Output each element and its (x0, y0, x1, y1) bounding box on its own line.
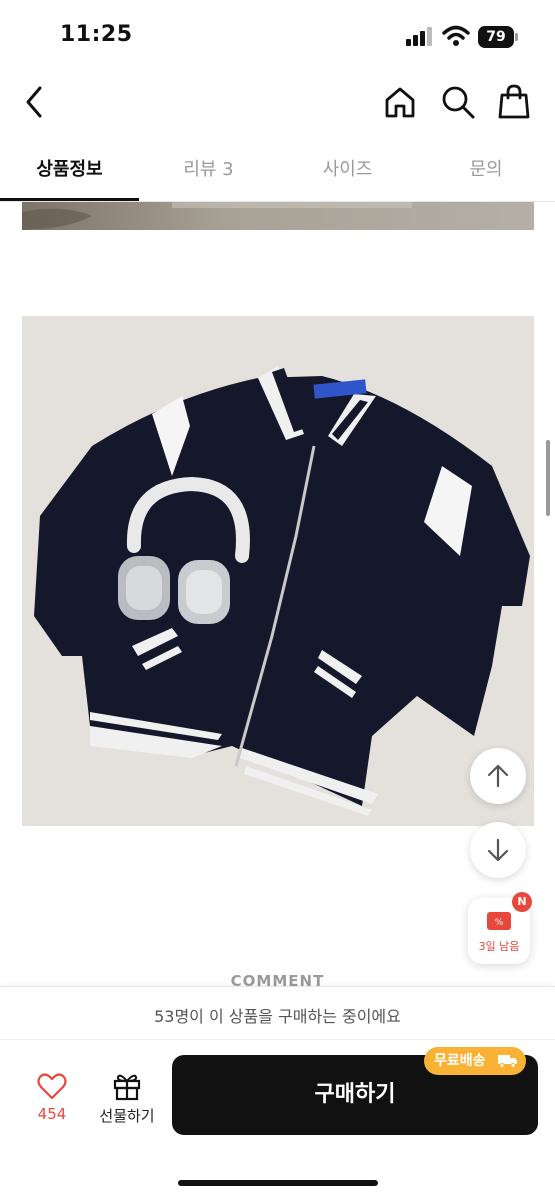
wifi-icon (442, 25, 470, 46)
purchase-bar: 53명이 이 상품을 구매하는 중이에요 454 선물하기 구매하기 무료배송 (0, 986, 555, 1200)
tab-active-indicator (0, 198, 139, 201)
svg-text:%: % (495, 918, 504, 928)
tab-reviews[interactable]: 리뷰 3 (139, 142, 278, 202)
gift-label: 선물하기 (99, 1107, 155, 1125)
signal-icon (406, 27, 432, 46)
free-shipping-badge: 무료배송 (424, 1047, 526, 1075)
tab-size[interactable]: 사이즈 (278, 142, 417, 202)
home-indicator (178, 1180, 378, 1186)
scrollbar[interactable] (546, 440, 550, 516)
product-photo (22, 316, 534, 826)
gift-button[interactable]: 선물하기 (92, 1071, 162, 1131)
heart-icon (37, 1073, 67, 1100)
like-count: 454 (37, 1105, 67, 1123)
back-icon[interactable] (20, 84, 50, 120)
home-icon[interactable] (382, 84, 418, 120)
truck-icon (498, 1055, 517, 1068)
tab-bar: 상품정보 리뷰 3 사이즈 문의 (0, 142, 555, 202)
like-button[interactable]: 454 (22, 1071, 82, 1131)
tab-product-info[interactable]: 상품정보 (0, 142, 139, 202)
shopping-bag-icon[interactable] (496, 84, 532, 120)
coupon-remaining-label: 3일 남음 (478, 940, 520, 953)
buyers-count-text: 53명이 이 상품을 구매하는 중이에요 (154, 1007, 401, 1026)
scroll-to-top-button[interactable] (470, 748, 526, 804)
battery-nub (515, 33, 518, 41)
gift-icon (113, 1074, 141, 1101)
arrow-up-icon (487, 764, 509, 788)
new-badge: N (512, 892, 532, 912)
status-time: 11:25 (60, 22, 133, 47)
search-icon[interactable] (440, 84, 476, 120)
scroll-to-bottom-button[interactable] (470, 822, 526, 878)
status-bar: 11:25 79 (0, 0, 555, 68)
free-shipping-label: 무료배송 (434, 1053, 486, 1069)
tab-inquiry[interactable]: 문의 (417, 142, 555, 202)
header (0, 68, 555, 138)
battery-indicator: 79 (478, 26, 514, 48)
divider (0, 1039, 555, 1040)
arrow-down-icon (487, 838, 509, 862)
product-banner-image (22, 202, 534, 230)
